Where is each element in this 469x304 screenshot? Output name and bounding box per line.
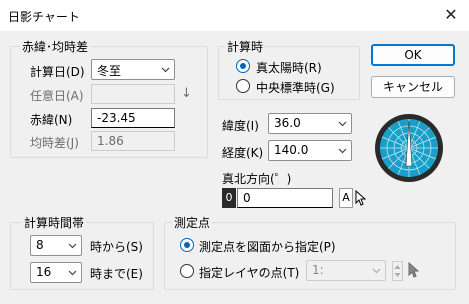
layer-pick-icon[interactable] xyxy=(407,261,420,278)
north-a-button[interactable]: A xyxy=(339,188,353,208)
layer-spinner[interactable] xyxy=(392,261,403,281)
layer-select[interactable]: 1: xyxy=(306,260,386,281)
window-title: 日影チャート xyxy=(8,10,80,24)
measure-point-group-legend: 測定点 xyxy=(172,214,213,231)
north-prefix-badge[interactable]: 0 xyxy=(222,188,236,208)
custom-day-label: 任意日(A) xyxy=(30,89,84,103)
from-hour-select[interactable]: 8 xyxy=(30,235,82,256)
eq-time-label: 均時差(J) xyxy=(30,136,79,150)
radio-standard-time[interactable] xyxy=(236,79,250,93)
cancel-button[interactable]: キャンセル xyxy=(371,76,455,98)
latitude-value: 36.0 xyxy=(274,116,301,130)
chevron-down-icon xyxy=(338,146,347,154)
ok-button[interactable]: OK xyxy=(371,44,455,66)
declination-group-legend: 赤緯･均時差 xyxy=(20,38,91,55)
chevron-down-icon xyxy=(68,268,77,276)
to-hour-value: 16 xyxy=(36,265,52,279)
radio-solar-time[interactable] xyxy=(236,59,250,73)
to-hour-label: 時まで(E) xyxy=(90,267,143,281)
from-hour-value: 8 xyxy=(36,238,44,252)
chevron-down-icon xyxy=(161,65,170,73)
chevron-down-icon xyxy=(68,241,77,249)
eq-time-input[interactable]: 1.86 xyxy=(91,131,175,151)
longitude-select[interactable]: 140.0 xyxy=(268,140,352,161)
calc-day-value: 冬至 xyxy=(97,64,122,78)
longitude-label: 経度(K) xyxy=(222,146,264,160)
declination-input[interactable]: -23.45 xyxy=(91,108,175,128)
layer-value: 1: xyxy=(312,263,324,277)
longitude-value: 140.0 xyxy=(274,143,309,157)
time-range-group-legend: 計算時間帯 xyxy=(22,214,87,231)
radio-from-drawing-label[interactable]: 測定点を図面から指定(P) xyxy=(199,238,336,255)
calc-time-group-legend: 計算時 xyxy=(225,38,266,55)
radio-layer-point-label[interactable]: 指定レイヤの点(T) xyxy=(199,264,299,281)
declination-label: 赤緯(N) xyxy=(30,113,73,127)
north-direction-label: 真北方向(゜) xyxy=(222,172,292,186)
compass-icon xyxy=(373,112,445,184)
north-direction-input[interactable]: 0 xyxy=(237,188,333,208)
arrow-down-icon[interactable]: ↓ xyxy=(181,86,192,101)
custom-day-input[interactable] xyxy=(91,84,175,104)
calc-day-select[interactable]: 冬至 xyxy=(91,59,175,80)
to-hour-select[interactable]: 16 xyxy=(30,262,82,283)
radio-layer-point[interactable] xyxy=(180,264,194,278)
radio-solar-time-label[interactable]: 真太陽時(R) xyxy=(256,59,322,76)
close-button[interactable]: ✕ xyxy=(440,4,462,26)
cursor-pick-icon[interactable] xyxy=(354,189,367,206)
radio-standard-time-label[interactable]: 中央標準時(G) xyxy=(256,79,335,96)
chevron-down-icon xyxy=(372,266,381,274)
calc-day-label: 計算日(D) xyxy=(30,65,85,79)
latitude-label: 緯度(I) xyxy=(222,119,259,133)
latitude-select[interactable]: 36.0 xyxy=(268,113,352,134)
radio-from-drawing[interactable] xyxy=(180,238,194,252)
chevron-down-icon xyxy=(338,119,347,127)
from-hour-label: 時から(S) xyxy=(90,240,143,254)
